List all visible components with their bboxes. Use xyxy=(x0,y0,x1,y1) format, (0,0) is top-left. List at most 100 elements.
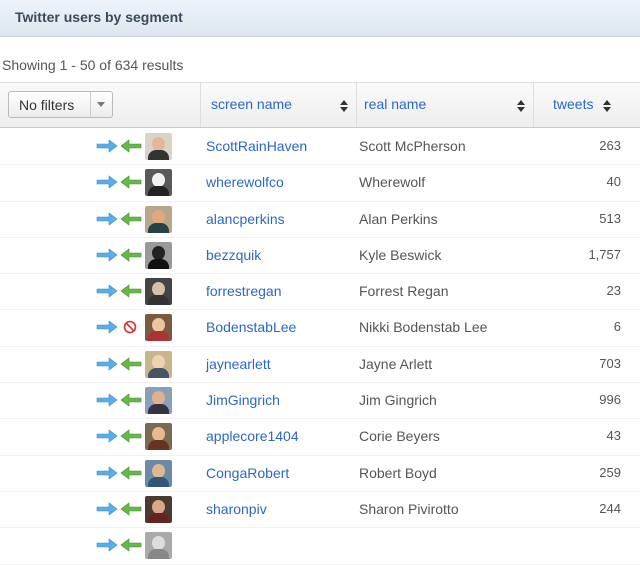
arrow-left-icon[interactable] xyxy=(120,357,142,371)
arrow-right-icon[interactable] xyxy=(96,248,118,262)
avatar-body xyxy=(148,258,169,269)
avatar-body xyxy=(148,186,169,197)
avatar[interactable] xyxy=(145,423,172,451)
avatar-face xyxy=(152,463,165,478)
avatar-face xyxy=(152,499,165,514)
tweet-count: 244 xyxy=(599,500,621,516)
screen-name-link[interactable]: applecore1404 xyxy=(206,428,299,444)
tweet-count: 263 xyxy=(599,138,621,153)
avatar-face xyxy=(152,536,165,551)
table-row: CongaRobert Robert Boyd 259 xyxy=(0,456,640,492)
arrow-left-icon[interactable] xyxy=(120,175,142,189)
arrow-right-icon[interactable] xyxy=(96,538,118,552)
screen-name-link[interactable]: alancperkins xyxy=(206,211,285,227)
arrow-left-icon[interactable] xyxy=(120,502,142,516)
screen-name-link[interactable]: BodenstabLee xyxy=(206,319,296,335)
column-header-real-name[interactable]: real name xyxy=(364,96,426,112)
real-name: Forrest Regan xyxy=(359,283,449,300)
real-name: Robert Boyd xyxy=(359,464,437,481)
table-row: wherewolfco Wherewolf 40 xyxy=(0,165,640,202)
avatar-face xyxy=(152,209,165,224)
arrow-right-icon[interactable] xyxy=(96,502,118,516)
block-icon[interactable] xyxy=(123,320,137,334)
avatar[interactable] xyxy=(145,314,172,342)
avatar-body xyxy=(148,440,169,451)
panel-title: Twitter users by segment xyxy=(15,9,183,25)
table-row: sharonpiv Sharon Pivirotto 244 xyxy=(0,492,640,529)
real-name: Wherewolf xyxy=(359,174,426,191)
column-divider xyxy=(533,83,534,127)
arrow-right-icon[interactable] xyxy=(96,320,118,335)
avatar[interactable] xyxy=(145,459,172,487)
arrow-right-icon[interactable] xyxy=(96,466,118,480)
avatar-face xyxy=(152,354,165,369)
arrow-right-icon[interactable] xyxy=(96,175,118,189)
screen-name-link[interactable]: CongaRobert xyxy=(206,465,289,481)
arrow-left-icon[interactable] xyxy=(120,429,142,443)
tweet-count: 6 xyxy=(613,319,621,335)
avatar-body xyxy=(148,331,169,342)
tweet-count: 23 xyxy=(606,283,621,299)
filter-dropdown[interactable]: No filters xyxy=(8,91,113,118)
real-name: Nikki Bodenstab Lee xyxy=(359,319,488,336)
avatar-body xyxy=(148,150,169,160)
arrow-left-icon[interactable] xyxy=(120,211,142,226)
avatar-body xyxy=(148,295,169,306)
sort-icon[interactable] xyxy=(517,100,525,112)
avatar[interactable] xyxy=(145,241,172,269)
column-header-tweets[interactable]: tweets xyxy=(553,96,593,112)
arrow-right-icon[interactable] xyxy=(96,284,118,298)
real-name: Jim Gingrich xyxy=(359,392,437,409)
arrow-left-icon[interactable] xyxy=(120,538,142,552)
column-header-screen-name[interactable]: screen name xyxy=(211,96,292,112)
arrow-left-icon[interactable] xyxy=(120,393,142,407)
screen-name-link[interactable]: JimGingrich xyxy=(206,392,280,408)
avatar[interactable] xyxy=(145,532,172,560)
table-header: No filters screen name real name tweets xyxy=(0,82,640,128)
arrow-left-icon[interactable] xyxy=(120,248,142,262)
arrow-left-icon[interactable] xyxy=(120,284,142,298)
avatar-face xyxy=(152,245,165,260)
tweet-count: 703 xyxy=(599,355,621,371)
avatar[interactable] xyxy=(145,169,172,197)
avatar[interactable] xyxy=(145,278,172,306)
arrow-right-icon[interactable] xyxy=(96,139,118,153)
screen-name-link[interactable]: jaynearlett xyxy=(206,356,271,372)
avatar[interactable] xyxy=(145,387,172,415)
real-name: Scott McPherson xyxy=(359,138,466,154)
avatar-face xyxy=(152,137,165,151)
avatar-face xyxy=(152,391,165,406)
avatar-face xyxy=(152,282,165,297)
avatar[interactable] xyxy=(145,205,172,233)
sort-icon[interactable] xyxy=(340,100,348,112)
tweet-count: 43 xyxy=(606,428,621,444)
arrow-left-icon[interactable] xyxy=(120,466,142,480)
arrow-right-icon[interactable] xyxy=(96,393,118,407)
user-table: ScottRainHaven Scott McPherson 263 wherewol… xyxy=(0,129,640,565)
table-row: BodenstabLee Nikki Bodenstab Lee 6 xyxy=(0,310,640,347)
screen-name-link[interactable]: bezzquik xyxy=(206,247,261,263)
table-row: JimGingrich Jim Gingrich 996 xyxy=(0,383,640,420)
dropdown-toggle[interactable] xyxy=(90,92,112,117)
screen-name-link[interactable]: ScottRainHaven xyxy=(206,138,307,154)
arrow-right-icon[interactable] xyxy=(96,211,118,226)
screen-name-link[interactable]: sharonpiv xyxy=(206,501,267,517)
avatar-body xyxy=(148,549,169,560)
avatar[interactable] xyxy=(145,495,172,523)
avatar-body xyxy=(148,367,169,378)
tweet-count: 1,757 xyxy=(588,246,621,262)
real-name: Alan Perkins xyxy=(359,210,438,227)
screen-name-link[interactable]: wherewolfco xyxy=(206,174,284,190)
sort-icon[interactable] xyxy=(603,100,611,112)
chevron-down-icon xyxy=(97,102,105,107)
avatar[interactable] xyxy=(145,350,172,378)
avatar-face xyxy=(152,173,165,188)
arrow-right-icon[interactable] xyxy=(96,357,118,371)
arrow-right-icon[interactable] xyxy=(96,429,118,443)
screen-name-link[interactable]: forrestregan xyxy=(206,283,281,299)
avatar-body xyxy=(148,404,169,415)
real-name: Sharon Pivirotto xyxy=(359,500,459,517)
arrow-left-icon[interactable] xyxy=(120,139,142,153)
avatar[interactable] xyxy=(145,133,172,160)
filter-dropdown-value: No filters xyxy=(19,97,75,113)
